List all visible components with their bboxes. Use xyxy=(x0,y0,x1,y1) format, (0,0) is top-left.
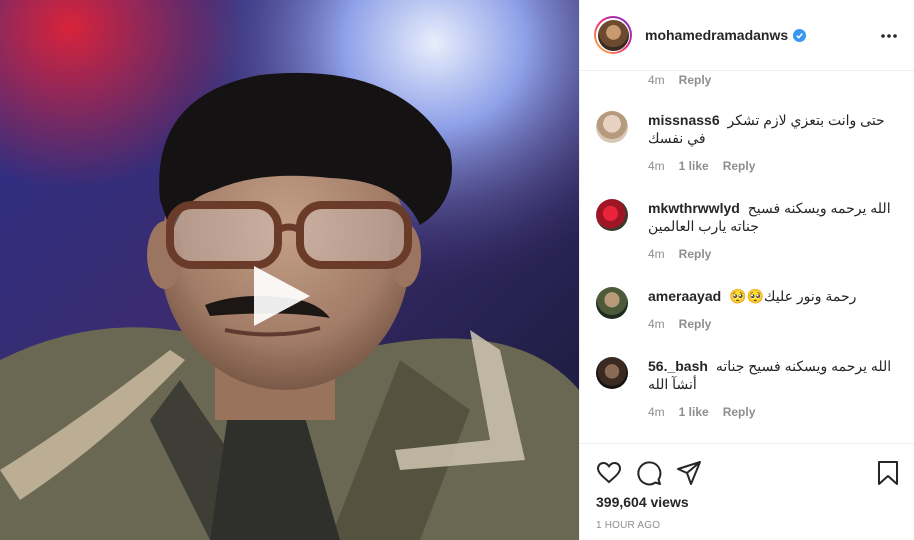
comment-item: ameraayad رحمة ونور عليك🥺🥺 4m Reply xyxy=(596,287,906,331)
reply-button[interactable]: Reply xyxy=(723,159,756,173)
commenter-username[interactable]: mkwthrwwlyd xyxy=(648,200,740,216)
play-icon[interactable] xyxy=(248,262,316,330)
reply-button[interactable]: Reply xyxy=(679,247,712,261)
share-icon[interactable] xyxy=(676,460,702,486)
reply-button[interactable]: Reply xyxy=(723,405,756,419)
comments-list[interactable]: 4m Reply missnass6 حتى وانت بتعزي لازم ت… xyxy=(580,71,914,443)
reply-button[interactable]: Reply xyxy=(679,73,712,87)
comment-meta: 4m Reply xyxy=(648,317,906,331)
action-bar xyxy=(596,460,716,486)
comment-meta: 4m Reply xyxy=(648,247,906,261)
heart-icon[interactable] xyxy=(596,460,622,486)
comment-time: 4m xyxy=(648,317,665,331)
post-footer: 399,604 views 1 HOUR AGO xyxy=(580,443,914,540)
post-header: mohamedramadanws xyxy=(580,0,914,71)
author-avatar[interactable] xyxy=(594,16,632,54)
comment-meta: 4m Reply xyxy=(648,73,725,87)
commenter-username[interactable]: ameraayad xyxy=(648,288,721,304)
comment-meta: 4m 1 like Reply xyxy=(648,159,906,173)
verified-badge-icon xyxy=(793,28,807,42)
post-timestamp[interactable]: 1 HOUR AGO xyxy=(596,520,660,531)
comment-time: 4m xyxy=(648,159,665,173)
comment-likes[interactable]: 1 like xyxy=(679,159,709,173)
instagram-post-view: mohamedramadanws 4m Reply missnass6 حتى … xyxy=(0,0,914,540)
avatar-image xyxy=(597,19,629,51)
more-options-icon[interactable] xyxy=(879,26,899,46)
comment-time: 4m xyxy=(648,405,665,419)
comment-item: missnass6 حتى وانت بتعزي لازم تشكر في نف… xyxy=(596,111,906,173)
commenter-username[interactable]: missnass6 xyxy=(648,112,720,128)
commenter-avatar[interactable] xyxy=(596,199,628,231)
comment-icon[interactable] xyxy=(636,460,662,486)
view-count[interactable]: 399,604 views xyxy=(596,494,689,510)
comment-time: 4m xyxy=(648,73,665,87)
commenter-avatar[interactable] xyxy=(596,287,628,319)
author-username[interactable]: mohamedramadanws xyxy=(645,27,788,43)
comment-text: رحمة ونور عليك🥺🥺 xyxy=(729,288,857,304)
comment-meta: 4m 1 like Reply xyxy=(648,405,906,419)
post-side-panel: mohamedramadanws 4m Reply missnass6 حتى … xyxy=(579,0,914,540)
bookmark-icon[interactable] xyxy=(875,460,901,486)
reply-button[interactable]: Reply xyxy=(679,317,712,331)
comment-time: 4m xyxy=(648,247,665,261)
commenter-avatar[interactable] xyxy=(596,111,628,143)
commenter-avatar[interactable] xyxy=(596,357,628,389)
video-player[interactable] xyxy=(0,0,579,540)
commenter-username[interactable]: 56._bash xyxy=(648,358,708,374)
comment-item: mkwthrwwlyd الله يرحمه ويسكنه فسيح جناته… xyxy=(596,199,906,261)
comment-likes[interactable]: 1 like xyxy=(679,405,709,419)
comment-item: 56._bash الله يرحمه ويسكنه فسيح جناته أن… xyxy=(596,357,906,419)
